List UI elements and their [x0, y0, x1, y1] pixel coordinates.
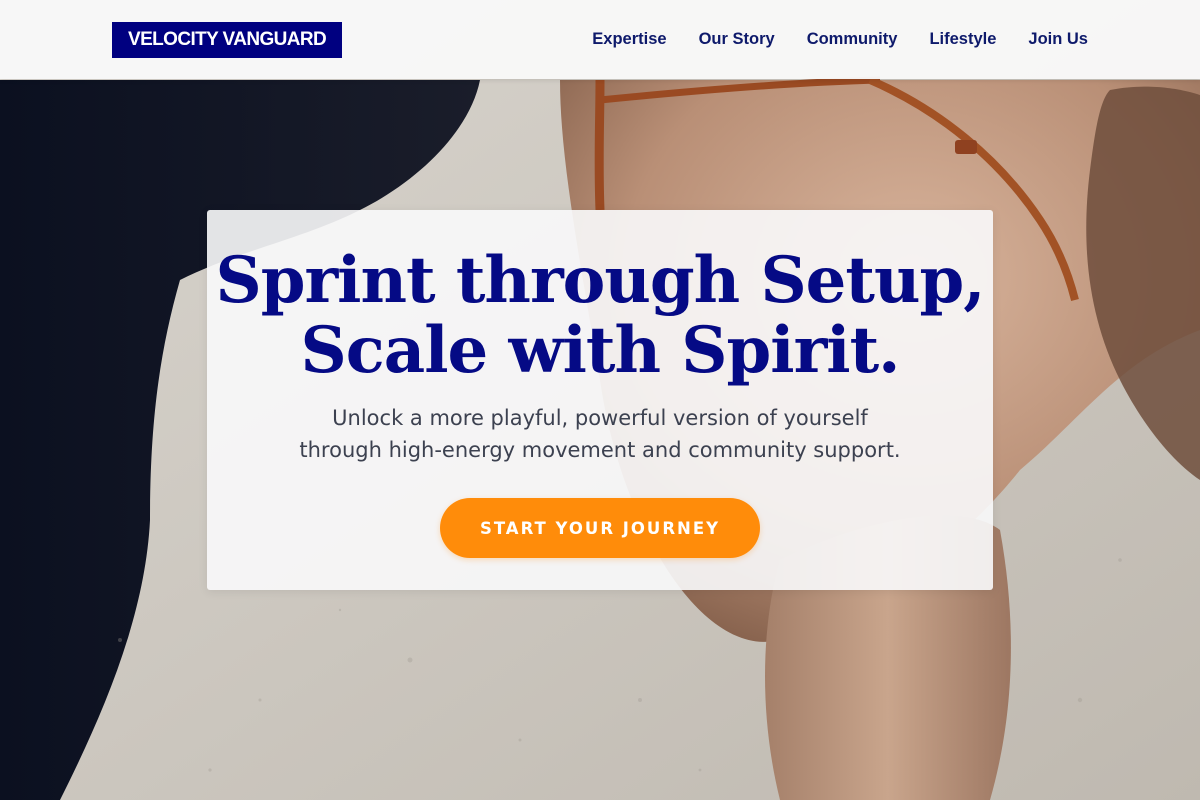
- hero-subtitle-line-2: through high-energy movement and communi…: [299, 438, 901, 462]
- nav-link-community[interactable]: Community: [807, 30, 898, 49]
- start-journey-button[interactable]: START YOUR JOURNEY: [440, 498, 760, 558]
- hero-subtitle: Unlock a more playful, powerful version …: [247, 402, 953, 466]
- site-header: VELOCITY VANGUARD Expertise Our Story Co…: [0, 0, 1200, 79]
- hero-card: Sprint through Setup, Scale with Spirit.…: [207, 210, 993, 590]
- main-nav: Expertise Our Story Community Lifestyle …: [592, 0, 1088, 79]
- brand-logo[interactable]: VELOCITY VANGUARD: [112, 22, 343, 58]
- nav-link-join-us[interactable]: Join Us: [1028, 30, 1088, 49]
- hero-title-line-2: Scale with Spirit.: [300, 313, 901, 388]
- hero-title-line-1: Sprint through Setup,: [215, 243, 985, 318]
- nav-link-our-story[interactable]: Our Story: [699, 30, 775, 49]
- hero-subtitle-line-1: Unlock a more playful, powerful version …: [332, 406, 868, 430]
- nav-link-expertise[interactable]: Expertise: [592, 30, 666, 49]
- nav-link-lifestyle[interactable]: Lifestyle: [929, 30, 996, 49]
- hero-title: Sprint through Setup, Scale with Spirit.: [207, 246, 993, 386]
